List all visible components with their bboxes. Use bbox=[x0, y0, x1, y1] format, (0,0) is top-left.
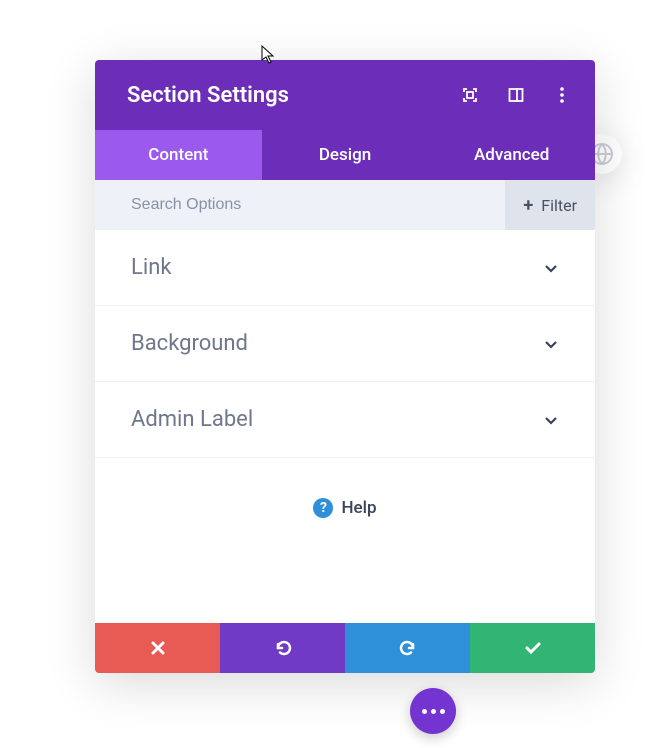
dot-icon bbox=[422, 709, 427, 714]
redo-button[interactable] bbox=[345, 623, 470, 673]
floating-menu-button[interactable] bbox=[410, 688, 456, 734]
close-icon bbox=[150, 640, 166, 656]
option-label: Admin Label bbox=[131, 407, 253, 432]
modal-title: Section Settings bbox=[127, 83, 461, 108]
tab-design[interactable]: Design bbox=[262, 130, 429, 180]
help-icon: ? bbox=[313, 498, 333, 518]
check-icon bbox=[524, 639, 542, 657]
option-label: Link bbox=[131, 255, 172, 280]
more-icon[interactable] bbox=[553, 86, 571, 104]
undo-button[interactable] bbox=[220, 623, 345, 673]
tabs: Content Design Advanced bbox=[95, 130, 595, 180]
dot-icon bbox=[440, 709, 445, 714]
help-button[interactable]: ? Help bbox=[313, 498, 376, 518]
header-actions bbox=[461, 86, 571, 104]
save-button[interactable] bbox=[470, 623, 595, 673]
option-background[interactable]: Background bbox=[95, 306, 595, 382]
tab-content[interactable]: Content bbox=[95, 130, 262, 180]
undo-icon bbox=[274, 639, 292, 657]
modal-header: Section Settings bbox=[95, 60, 595, 130]
chevron-down-icon bbox=[543, 336, 559, 352]
filter-button[interactable]: + Filter bbox=[505, 180, 595, 230]
cancel-button[interactable] bbox=[95, 623, 220, 673]
options-list: Link Background Admin Label bbox=[95, 230, 595, 458]
help-area: ? Help bbox=[95, 458, 595, 623]
dot-icon bbox=[431, 709, 436, 714]
plus-icon: + bbox=[523, 195, 533, 216]
modal-footer bbox=[95, 623, 595, 673]
redo-icon bbox=[399, 639, 417, 657]
option-link[interactable]: Link bbox=[95, 230, 595, 306]
filter-label: Filter bbox=[541, 196, 577, 215]
chevron-down-icon bbox=[543, 260, 559, 276]
chevron-down-icon bbox=[543, 412, 559, 428]
panel-icon[interactable] bbox=[507, 86, 525, 104]
search-input[interactable] bbox=[131, 196, 505, 214]
section-settings-modal: Section Settings bbox=[95, 60, 595, 673]
search-bar: + Filter bbox=[95, 180, 595, 230]
tab-advanced[interactable]: Advanced bbox=[428, 130, 595, 180]
expand-icon[interactable] bbox=[461, 86, 479, 104]
help-label: Help bbox=[341, 498, 376, 518]
option-admin-label[interactable]: Admin Label bbox=[95, 382, 595, 458]
option-label: Background bbox=[131, 331, 248, 356]
